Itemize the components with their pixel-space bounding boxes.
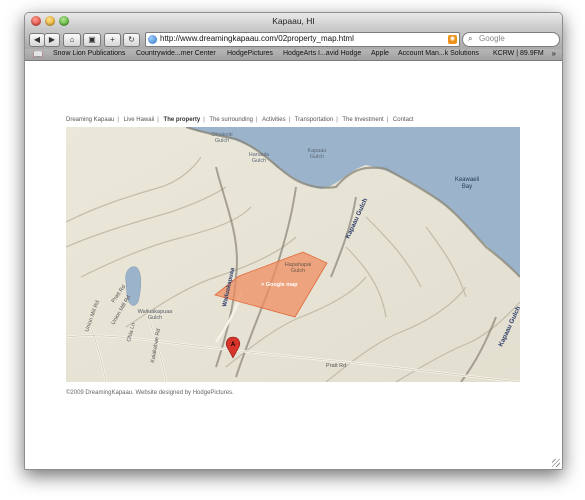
- nav-item-the-property[interactable]: The property: [164, 117, 201, 123]
- property-map[interactable]: Ohiakole Gulch Hanaula Gulch Kapaau Gulch K…: [66, 127, 520, 382]
- search-placeholder: Google: [479, 34, 505, 43]
- bookmark-item[interactable]: HodgePictures: [227, 50, 273, 57]
- nav-item-the-investment[interactable]: The Investment: [342, 117, 383, 123]
- bookmarks-bar: 📖 Snow Lion Publications Countrywide...m…: [25, 49, 562, 61]
- marker-label: A: [231, 342, 236, 348]
- browser-window: Kapaau, HI ◀ ▶ ⌂ ▣ + ↻ http://www.dreami…: [24, 12, 563, 470]
- back-arrow-icon: ◀: [33, 35, 41, 44]
- map-label-kapaau-gulch-top: Kapaau Gulch: [308, 148, 327, 160]
- globe-icon: [148, 35, 157, 44]
- plus-icon: +: [110, 35, 115, 44]
- forward-arrow-icon: ▶: [48, 35, 56, 44]
- url-text[interactable]: http://www.dreamingkapaau.com/02property…: [160, 34, 354, 43]
- toolbar: ◀ ▶ ⌂ ▣ + ↻ http://www.dreamingkapaau.co…: [25, 30, 562, 49]
- home-icon: ⌂: [69, 35, 75, 44]
- bookmark-item[interactable]: Snow Lion Publications: [53, 50, 125, 57]
- add-bookmark-button[interactable]: +: [104, 33, 121, 47]
- image-icon: ▣: [88, 35, 96, 44]
- nav-item-activities[interactable]: Activities: [262, 117, 286, 123]
- road-label-pratt-rd-2: Pratt Rd: [326, 363, 346, 369]
- title-bar: Kapaau, HI: [25, 13, 562, 30]
- rss-icon[interactable]: ◉: [448, 35, 457, 44]
- window-title: Kapaau, HI: [272, 16, 315, 26]
- address-bar[interactable]: http://www.dreamingkapaau.com/02property…: [145, 32, 460, 47]
- forward-button[interactable]: ▶: [44, 33, 60, 47]
- window-resize-handle[interactable]: [552, 459, 560, 467]
- bookmark-item[interactable]: Countrywide...mer Center: [136, 50, 216, 57]
- home-button[interactable]: ⌂: [63, 33, 81, 47]
- site-nav: Dreaming Kapaau | Live Hawaii | The proper…: [66, 117, 414, 123]
- bookmarks-overflow-icon[interactable]: »: [552, 49, 556, 58]
- nav-item-live-hawaii[interactable]: Live Hawaii: [124, 117, 155, 123]
- site-footer: ©2009 DreamingKapaau. Website designed b…: [66, 390, 234, 396]
- nav-item-contact[interactable]: Contact: [393, 117, 414, 123]
- map-graphic: Ohiakole Gulch Hanaula Gulch Kapaau Gulch K…: [66, 127, 520, 382]
- nav-item-the-surrounding[interactable]: The surrounding: [209, 117, 253, 123]
- bookmark-item[interactable]: HodgeArts I...avid Hodge: [283, 50, 361, 57]
- reload-button[interactable]: ↻: [123, 33, 140, 47]
- page-content: Dreaming Kapaau | Live Hawaii | The proper…: [25, 61, 562, 469]
- bookmark-item[interactable]: Apple: [371, 50, 389, 57]
- back-button[interactable]: ◀: [29, 33, 45, 47]
- bookmarks-book-icon[interactable]: 📖: [33, 50, 43, 59]
- google-map-link[interactable]: > Google map: [261, 282, 298, 288]
- search-field[interactable]: ⌕ Google: [462, 32, 560, 47]
- image-button[interactable]: ▣: [83, 33, 101, 47]
- bookmark-item[interactable]: Account Man...k Solutions: [398, 50, 479, 57]
- nav-item-transportation[interactable]: Transportation: [295, 117, 333, 123]
- search-icon: ⌕: [468, 34, 473, 43]
- reload-icon: ↻: [128, 35, 135, 44]
- bookmark-item[interactable]: KCRW | 89.9FM: [493, 50, 544, 57]
- nav-item-dreaming-kapaau[interactable]: Dreaming Kapaau: [66, 117, 114, 123]
